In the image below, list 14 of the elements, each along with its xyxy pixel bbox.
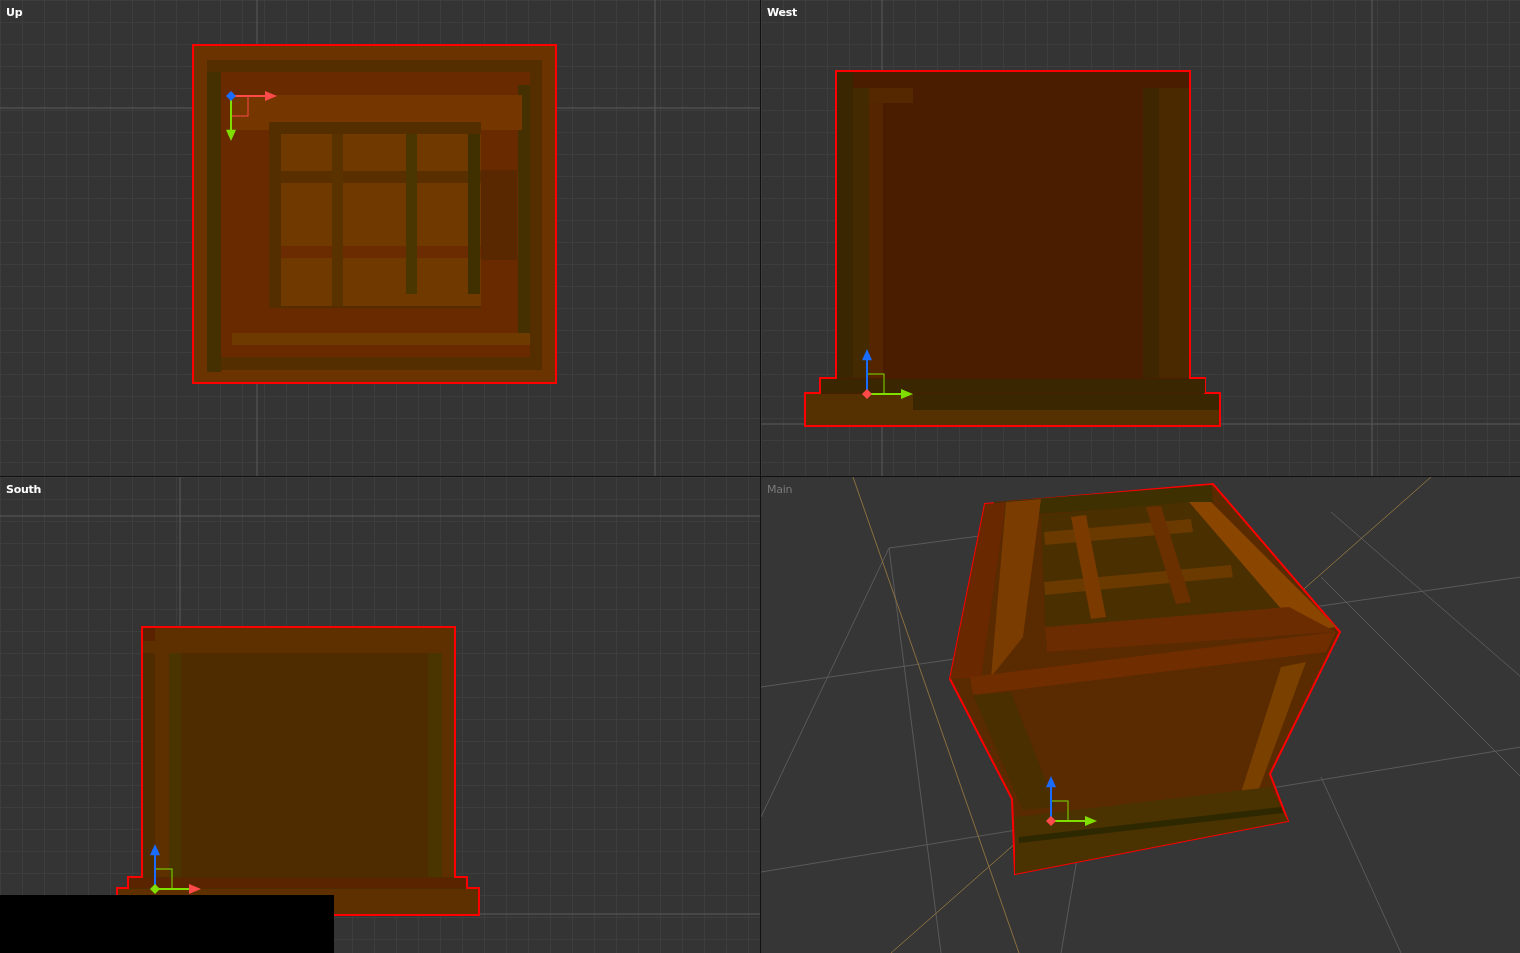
viewport-panel[interactable]: West [760,0,1520,477]
viewport-label: Main [767,482,793,498]
viewport-label: South [6,482,42,498]
transform-gizmo-icon[interactable] [226,91,277,141]
viewport-label: West [767,5,797,21]
crate-drawing[interactable] [116,626,480,916]
viewport-panel[interactable]: Up [0,0,760,477]
crate-drawing[interactable] [804,70,1221,427]
crate-drawing[interactable] [192,44,557,384]
viewport-label: Up [6,5,23,21]
viewport-panel[interactable]: South [0,477,760,953]
transform-gizmo-icon[interactable] [150,844,201,894]
transform-gizmo-icon[interactable] [862,349,913,399]
transform-gizmo-icon[interactable] [1046,776,1097,826]
